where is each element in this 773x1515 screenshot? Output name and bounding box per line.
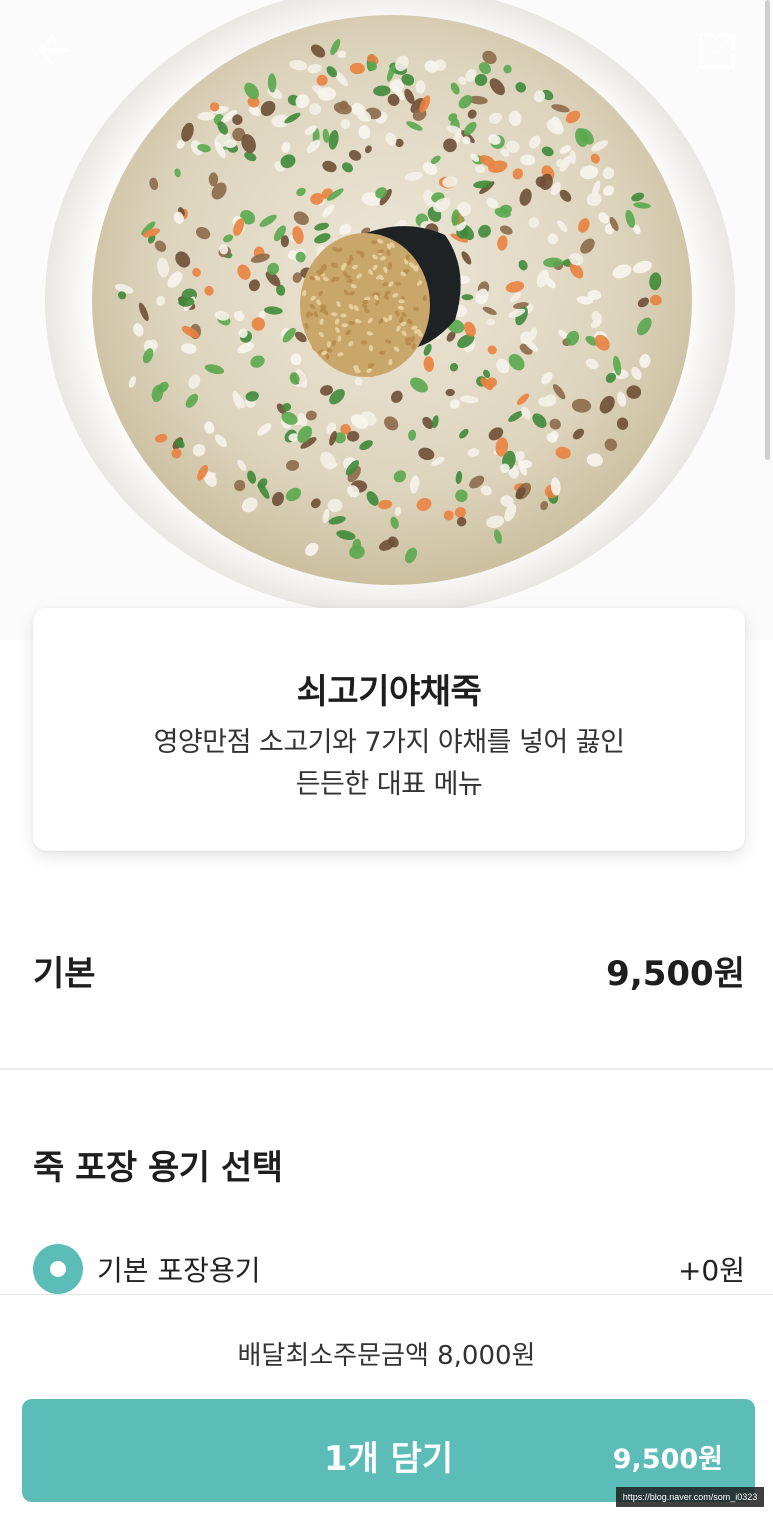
min-order-amount: 배달최소주문금액 8,000원	[237, 1341, 536, 1371]
base-label: 기본	[33, 953, 96, 994]
packaging-section-title: 죽 포장 용기 선택	[33, 1148, 283, 1188]
topping-piece	[208, 172, 219, 187]
option-price: +0원	[677, 1254, 745, 1287]
base-price-row: 기본 9,500원	[33, 945, 745, 995]
divider	[0, 1068, 773, 1070]
radio-selected-icon[interactable]	[33, 1244, 83, 1294]
scrollbar[interactable]	[765, 0, 770, 460]
share-button[interactable]	[696, 30, 744, 78]
menu-description-line-1: 영양만점 소고기와 7가지 야채를 넣어 끓인	[153, 727, 625, 758]
porridge-bowl-illustration	[45, 0, 735, 615]
menu-description: 영양만점 소고기와 7가지 야채를 넣어 끓인 든든한 대표 메뉴	[93, 722, 685, 806]
menu-photo	[0, 0, 773, 640]
topping-piece	[354, 377, 363, 386]
option-label: 기본 포장용기	[97, 1254, 261, 1287]
radio-dot	[50, 1261, 66, 1277]
topping-piece	[503, 64, 512, 74]
watermark: https://blog.naver.com/som_i0323	[616, 1487, 764, 1507]
packaging-option-basic[interactable]: 기본 포장용기 +0원	[33, 1244, 745, 1294]
bottom-order-bar: 배달최소주문금액 8,000원 1개 담기 9,500원	[0, 1294, 773, 1515]
share-icon	[699, 33, 735, 69]
arrow-left-icon	[37, 35, 68, 65]
menu-info-card: 쇠고기야채죽 영양만점 소고기와 7가지 야채를 넣어 끓인 든든한 대표 메뉴	[33, 608, 745, 851]
base-price: 9,500원	[606, 953, 745, 994]
back-button[interactable]	[32, 30, 80, 78]
add-button-price: 9,500원	[612, 1444, 723, 1475]
menu-description-line-2: 든든한 대표 메뉴	[295, 769, 483, 800]
menu-title: 쇠고기야채죽	[296, 672, 482, 712]
